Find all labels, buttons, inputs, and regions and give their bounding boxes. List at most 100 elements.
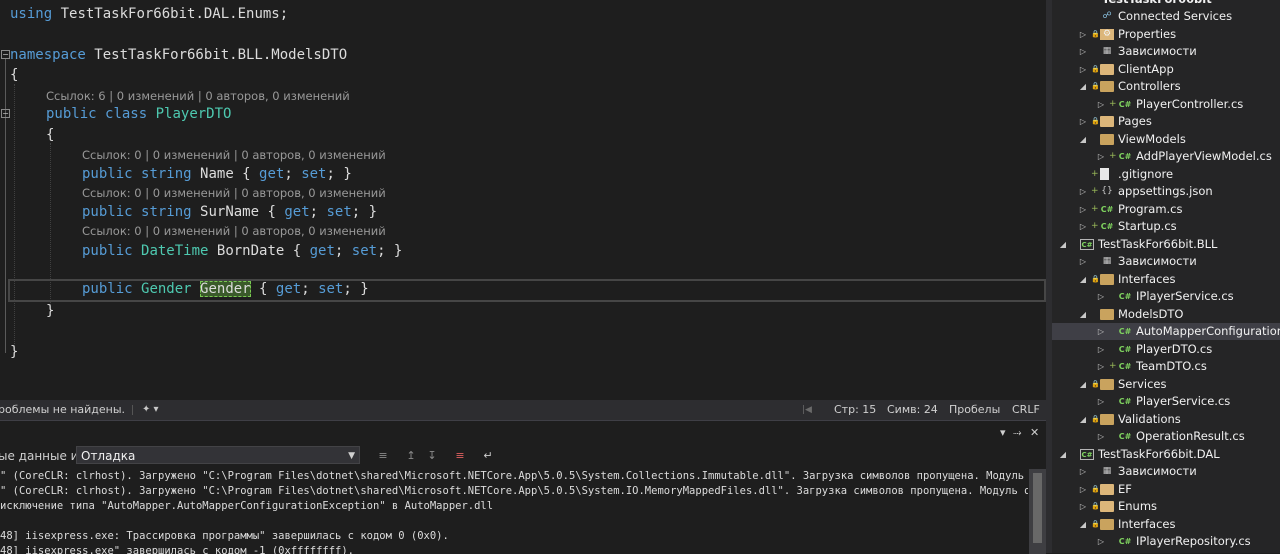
collapsed-arrow-icon[interactable]: ▷ [1078,253,1088,270]
tree-node[interactable]: ▷ 🔒 Enums [1052,498,1280,515]
collapsed-arrow-icon[interactable]: ▷ [1096,323,1106,340]
tree-node[interactable]: ◢ C# TestTaskFor66bit.BLL [1052,236,1280,253]
tree-node[interactable]: ◢ 🔒 Controllers [1052,78,1280,95]
tree-node[interactable]: ▷ +{} appsettings.json [1052,183,1280,200]
expanded-arrow-icon[interactable]: ◢ [1078,516,1088,533]
collapsed-arrow-icon[interactable]: ▷ [1078,201,1088,218]
tree-node[interactable]: ▷ ▦ Зависимости [1052,43,1280,60]
column-status[interactable]: Симв: 24 [887,400,938,420]
scrollbar-thumb[interactable] [1033,473,1042,543]
tree-node[interactable]: ◢ C# TestTaskFor66bit.DAL [1052,446,1280,463]
tree-node[interactable]: ▷ 🔒 Pages [1052,113,1280,130]
collapsed-arrow-icon[interactable]: ▷ [1096,533,1106,550]
highlighted-property-name[interactable]: Gender [200,281,251,297]
tree-node[interactable]: ▷ C# PlayerService.cs [1052,393,1280,410]
collapsed-arrow-icon[interactable]: ▷ [1078,463,1088,480]
tree-node[interactable]: ▷ + C# AddPlayerViewModel.cs [1052,148,1280,165]
tree-node-label: PlayerService.cs [1136,394,1231,408]
expanded-arrow-icon[interactable]: ◢ [1058,236,1068,253]
line-ending-status[interactable]: CRLF [1012,400,1040,420]
tree-node[interactable]: ▷ 🔒 EF [1052,481,1280,498]
clear-all-icon[interactable]: ≡ [452,448,468,464]
collapsed-arrow-icon[interactable]: ▷ [1078,218,1088,235]
expanded-arrow-icon[interactable]: ◢ [1078,131,1088,148]
collapsed-arrow-icon[interactable]: ▷ [1078,43,1088,60]
lock-icon: 🔒 [1091,117,1100,125]
problems-status[interactable]: роблемы не найдены. [0,400,125,420]
word-wrap-icon[interactable]: ↵ [480,448,496,464]
collapsed-arrow-icon[interactable]: ▷ [1096,96,1106,113]
tree-node-project[interactable]: TestTaskFor66bit [1052,0,1280,8]
collapsed-arrow-icon[interactable]: ▷ [1096,358,1106,375]
collapsed-arrow-icon[interactable]: ▷ [1096,428,1106,445]
collapsed-arrow-icon[interactable]: ▷ [1078,498,1088,515]
line-number-status[interactable]: Стр: 15 [834,400,876,420]
tree-node[interactable]: ◢ 🔒 Interfaces [1052,271,1280,288]
collapsed-arrow-icon[interactable]: ▷ [1096,341,1106,358]
tree-node[interactable]: ▷ 🔒 ⚙ Properties [1052,26,1280,43]
codelens-surname[interactable]: Ссылок: 0 | 0 изменений | 0 авторов, 0 и… [82,185,386,201]
lock-icon: 🔒 [1091,519,1100,528]
collapsed-arrow-icon[interactable]: ▷ [1078,61,1088,78]
output-text[interactable]: " (CoreCLR: clrhost). Загружено "C:\Prog… [0,469,1028,554]
tree-node[interactable]: ◢ ViewModels [1052,131,1280,148]
collapsed-arrow-icon[interactable]: ▷ [1078,26,1088,43]
tree-node[interactable]: ◢ 🔒 Services [1052,376,1280,393]
tree-node[interactable]: ▷ C# PlayerDTO.cs [1052,341,1280,358]
collapse-namespace-toggle[interactable]: − [1,50,10,59]
tree-node[interactable]: ▷ C# OperationResult.cs [1052,428,1280,445]
expanded-arrow-icon[interactable]: ◢ [1078,78,1088,95]
tree-node[interactable]: ▷ 🔒 ClientApp [1052,61,1280,78]
keyword: using [10,6,53,22]
collapsed-arrow-icon[interactable]: ▷ [1078,183,1088,200]
tree-node[interactable]: ▷ C# AutoMapperConfiguration.cs [1052,323,1280,340]
expanded-arrow-icon[interactable]: ◢ [1058,446,1068,463]
tree-node[interactable]: ▷ C# IPlayerRepository.cs [1052,533,1280,550]
collapsed-arrow-icon[interactable]: ▷ [1096,288,1106,305]
tree-node[interactable]: ▷ ▦ Зависимости [1052,463,1280,480]
collapsed-arrow-icon[interactable]: ▷ [1096,393,1106,410]
folder-icon [1100,501,1114,512]
output-source-select[interactable]: Отладка ▼ [76,446,360,464]
chevron-down-icon: ▼ [348,451,355,461]
expanded-arrow-icon[interactable]: ◢ [1078,271,1088,288]
code-cleanup-icon[interactable]: ✦ ▾ [142,400,159,420]
codelens-class[interactable]: Ссылок: 6 | 0 изменений | 0 авторов, 0 и… [46,88,350,104]
tree-node[interactable]: + .gitignore [1052,166,1280,183]
tree-node[interactable]: ◢ ModelsDTO [1052,306,1280,323]
tree-node[interactable]: ▷ + C# PlayerController.cs [1052,96,1280,113]
pin-icon[interactable]: ⤑ [1013,425,1022,441]
collapsed-arrow-icon[interactable]: ▷ [1078,481,1088,498]
next-message-icon[interactable]: ↧ [424,448,440,464]
expanded-arrow-icon[interactable]: ◢ [1078,306,1088,323]
tree-node[interactable]: ◢ 🔒 Validations [1052,411,1280,428]
dropdown-icon[interactable]: ▾ [1000,425,1006,441]
tree-node[interactable]: ◢ 🔒 Interfaces [1052,516,1280,533]
tree-node[interactable]: ▷ + C# TeamDTO.cs [1052,358,1280,375]
keyword: string [141,204,192,220]
whitespace-status[interactable]: Пробелы [949,400,1000,420]
expanded-arrow-icon[interactable]: ◢ [1078,376,1088,393]
scroll-left-icon[interactable]: |◀ [802,400,812,420]
expanded-arrow-icon[interactable]: ◢ [1078,411,1088,428]
collapse-class-toggle[interactable]: − [1,109,10,118]
codelens-borndate[interactable]: Ссылок: 0 | 0 изменений | 0 авторов, 0 и… [82,223,386,239]
prev-message-icon[interactable]: ↥ [403,448,419,464]
tree-node[interactable]: ▷ + C# Startup.cs [1052,218,1280,235]
dependencies-icon: ▦ [1102,46,1112,56]
tree-node[interactable]: ☍ Connected Services [1052,8,1280,25]
output-scrollbar[interactable] [1029,469,1046,554]
tree-node[interactable]: ▷ ▦ Зависимости [1052,253,1280,270]
tree-node[interactable]: ▷ C# IPlayerService.cs [1052,288,1280,305]
collapsed-arrow-icon[interactable]: ▷ [1096,148,1106,165]
keyword: set [326,204,352,220]
find-message-icon[interactable]: ≡ [375,448,391,464]
codelens-name[interactable]: Ссылок: 0 | 0 изменений | 0 авторов, 0 и… [82,147,386,163]
tree-node[interactable]: ▷ + C# Program.cs [1052,201,1280,218]
collapsed-arrow-icon[interactable]: ▷ [1078,113,1088,130]
tree-node-label: AutoMapperConfiguration.cs [1136,324,1280,338]
code-text: { [233,166,260,182]
close-icon[interactable]: ✕ [1030,425,1039,441]
keyword: public [82,204,133,220]
code-editor[interactable]: − − using TestTaskFor66bit.DAL.Enums; na… [0,0,1046,400]
